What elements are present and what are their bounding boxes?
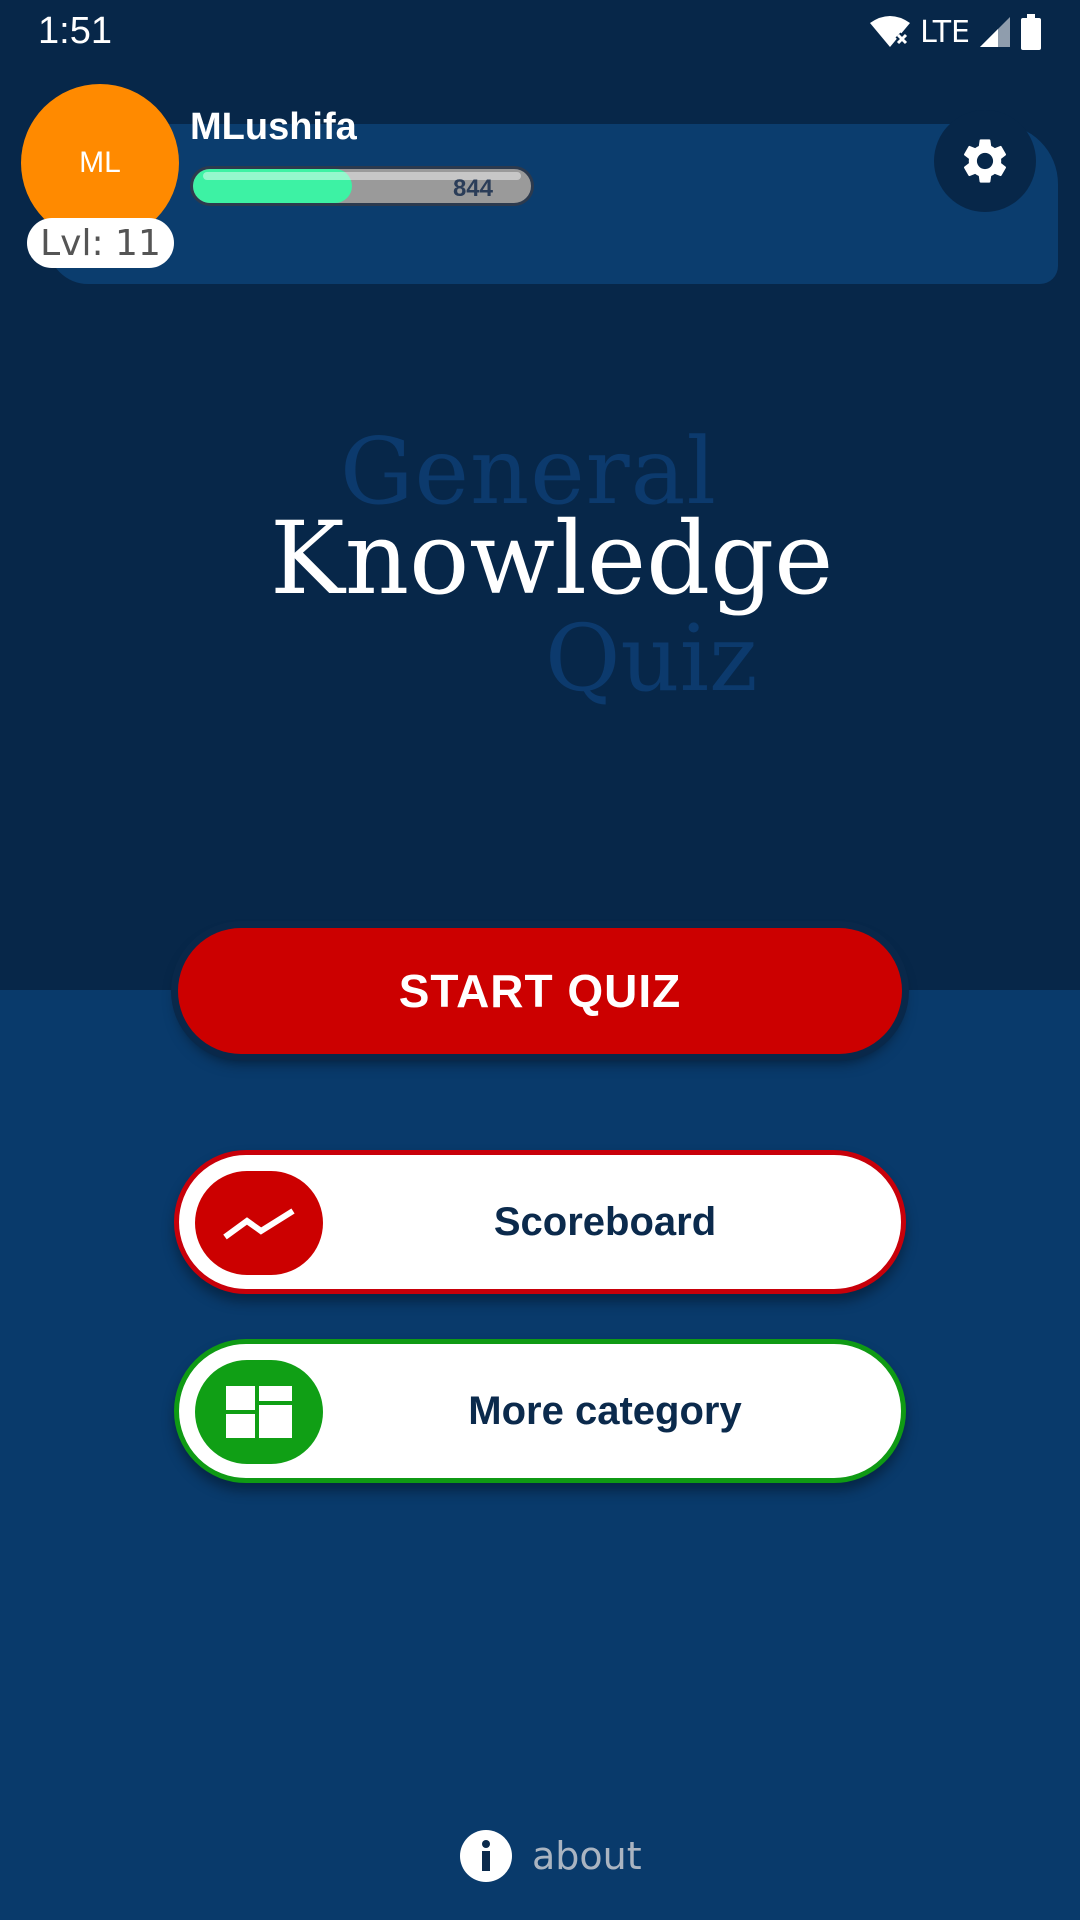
scoreboard-button[interactable]: Scoreboard [174, 1150, 906, 1294]
xp-progress-bar: 844 [190, 166, 534, 206]
status-bar: 1:51 LTE [0, 0, 1080, 64]
status-icons: LTE [868, 12, 1042, 52]
start-quiz-label: START QUIZ [398, 965, 682, 1017]
trending-up-icon [223, 1208, 295, 1240]
level-label: Lvl: 11 [40, 222, 161, 264]
wifi-off-icon [870, 16, 911, 47]
avatar-initials: ML [79, 146, 121, 179]
about-link[interactable]: about [460, 1830, 642, 1882]
more-category-button[interactable]: More category [174, 1339, 906, 1483]
xp-value: 844 [452, 175, 493, 202]
more-category-label: More category [468, 1388, 742, 1433]
start-quiz-button[interactable]: START QUIZ [178, 928, 902, 1054]
title-quiz: Quiz [545, 605, 758, 712]
dashboard-icon [226, 1386, 292, 1438]
username: MLushifa [190, 106, 357, 148]
scoreboard-label: Scoreboard [493, 1199, 717, 1244]
gear-icon [963, 139, 1007, 183]
level-badge: Lvl: 11 [27, 218, 174, 268]
status-time: 1:51 [38, 10, 112, 52]
about-label: about [532, 1834, 642, 1878]
signal-icon [980, 17, 1010, 47]
battery-icon [1021, 14, 1041, 50]
network-type: LTE [920, 14, 970, 50]
title-knowledge: Knowledge [270, 500, 834, 617]
settings-button[interactable] [934, 110, 1036, 212]
more-category-icon-badge [195, 1360, 323, 1464]
scoreboard-icon-badge [195, 1171, 323, 1275]
info-icon [460, 1830, 512, 1882]
